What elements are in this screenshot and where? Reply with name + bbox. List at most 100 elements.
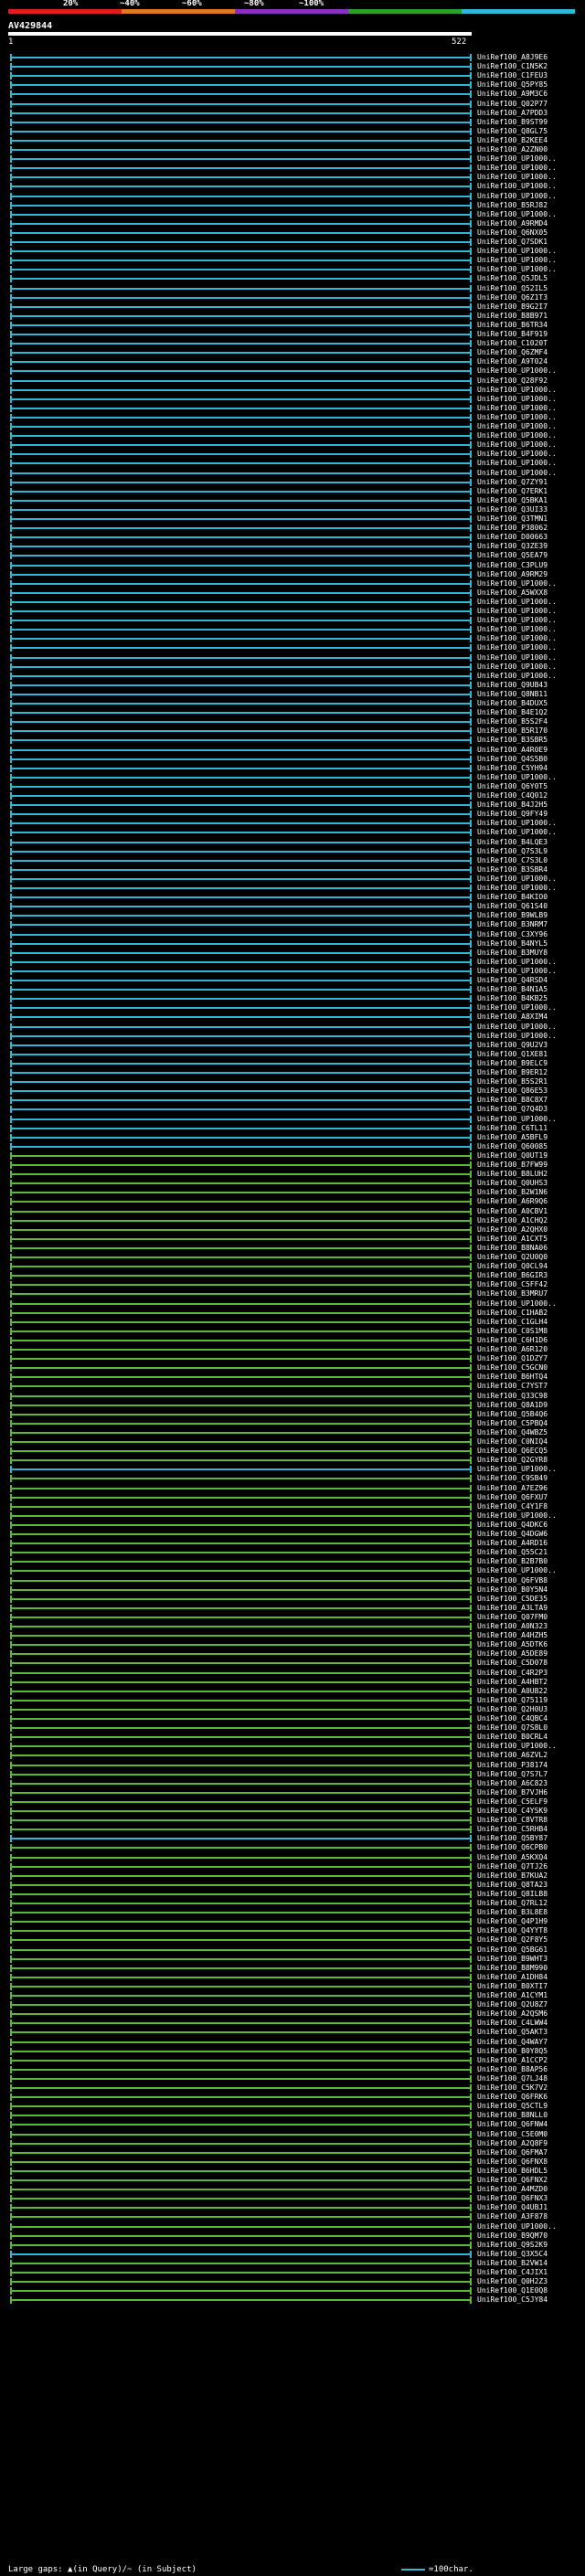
hit-link[interactable]: UniRef100_Q0UT19 — [477, 1151, 548, 1161]
hit-row[interactable]: UniRef100_B3MUY8 — [0, 949, 585, 958]
hit-row[interactable]: UniRef100_Q0H2Z3 — [0, 2277, 585, 2286]
hit-row[interactable]: UniRef100_UP1000.. — [0, 616, 585, 625]
hit-row[interactable]: UniRef100_D00663 — [0, 533, 585, 542]
hit-link[interactable]: UniRef100_C0NIQ4 — [477, 1437, 548, 1447]
hit-link[interactable]: UniRef100_B2VW14 — [477, 2259, 548, 2268]
hit-row[interactable]: UniRef100_B0CRL4 — [0, 1733, 585, 1742]
hit-row[interactable]: UniRef100_Q33C98 — [0, 1392, 585, 1401]
hit-link[interactable]: UniRef100_C1HAB2 — [477, 1309, 548, 1318]
hit-link[interactable]: UniRef100_C7YST7 — [477, 1382, 548, 1391]
hit-row[interactable]: UniRef100_UP1000.. — [0, 413, 585, 422]
hit-row[interactable]: UniRef100_UP1000.. — [0, 773, 585, 782]
hit-link[interactable]: UniRef100_UP1000.. — [477, 1465, 557, 1474]
hit-row[interactable]: UniRef100_Q6FNW4 — [0, 2120, 585, 2129]
hit-row[interactable]: UniRef100_Q5EA79 — [0, 551, 585, 560]
hit-row[interactable]: UniRef100_Q4DGW6 — [0, 1530, 585, 1539]
hit-row[interactable]: UniRef100_B7KUA2 — [0, 1871, 585, 1881]
hit-link[interactable]: UniRef100_Q4DKC6 — [477, 1521, 548, 1530]
hit-row[interactable]: UniRef100_P38062 — [0, 524, 585, 533]
hit-link[interactable]: UniRef100_UP1000.. — [477, 773, 557, 782]
hit-link[interactable]: UniRef100_Q2GYR8 — [477, 1456, 548, 1465]
hit-row[interactable]: UniRef100_UP1000.. — [0, 653, 585, 663]
hit-link[interactable]: UniRef100_B9G2I7 — [477, 302, 548, 312]
hit-row[interactable]: UniRef100_UP1000.. — [0, 828, 585, 837]
hit-row[interactable]: UniRef100_C4JIX1 — [0, 2268, 585, 2277]
hit-row[interactable]: UniRef100_A1CXT5 — [0, 1235, 585, 1244]
hit-row[interactable]: UniRef100_C4R2P3 — [0, 1669, 585, 1678]
hit-link[interactable]: UniRef100_Q4WAY7 — [477, 2038, 548, 2047]
hit-row[interactable]: UniRef100_UP1000.. — [0, 884, 585, 893]
hit-row[interactable]: UniRef100_Q6Y0T5 — [0, 782, 585, 791]
hit-row[interactable]: UniRef100_A5WXX8 — [0, 588, 585, 598]
hit-link[interactable]: UniRef100_A2ZN00 — [477, 145, 548, 154]
hit-row[interactable]: UniRef100_A4RD16 — [0, 1539, 585, 1548]
hit-row[interactable]: UniRef100_UP1000.. — [0, 819, 585, 828]
hit-row[interactable]: UniRef100_Q55C21 — [0, 1548, 585, 1557]
hit-link[interactable]: UniRef100_C7S3L0 — [477, 856, 548, 865]
hit-link[interactable]: UniRef100_A1CXT5 — [477, 1235, 548, 1244]
hit-link[interactable]: UniRef100_B4LQE3 — [477, 838, 548, 847]
hit-row[interactable]: UniRef100_B4F919 — [0, 330, 585, 339]
hit-row[interactable]: UniRef100_UP1000.. — [0, 431, 585, 440]
hit-row[interactable]: UniRef100_Q9UB43 — [0, 681, 585, 690]
hit-row[interactable]: UniRef100_B9ELC9 — [0, 1059, 585, 1068]
hit-link[interactable]: UniRef100_A9T024 — [477, 357, 548, 366]
hit-row[interactable]: UniRef100_A2Q8F9 — [0, 2139, 585, 2148]
hit-link[interactable]: UniRef100_B4DUX5 — [477, 699, 548, 708]
hit-link[interactable]: UniRef100_B4J2H5 — [477, 800, 548, 810]
hit-row[interactable]: UniRef100_UP1000.. — [0, 265, 585, 274]
hit-link[interactable]: UniRef100_B8AP56 — [477, 2065, 548, 2074]
hit-link[interactable]: UniRef100_B2KEE4 — [477, 136, 548, 145]
hit-row[interactable]: UniRef100_Q3TMN1 — [0, 514, 585, 524]
hit-link[interactable]: UniRef100_C4JIX1 — [477, 2268, 548, 2277]
hit-link[interactable]: UniRef100_B2W1N6 — [477, 1188, 548, 1197]
hit-row[interactable]: UniRef100_Q5AKT3 — [0, 2028, 585, 2037]
hit-link[interactable]: UniRef100_B4E1Q2 — [477, 708, 548, 717]
hit-row[interactable]: UniRef100_Q9S2K9 — [0, 2241, 585, 2250]
hit-row[interactable]: UniRef100_Q6NX05 — [0, 228, 585, 238]
hit-link[interactable]: UniRef100_Q6FNX3 — [477, 2194, 548, 2203]
hit-link[interactable]: UniRef100_A5DE89 — [477, 1649, 548, 1659]
hit-row[interactable]: UniRef100_A6R9Q6 — [0, 1197, 585, 1206]
hit-link[interactable]: UniRef100_UP1000.. — [477, 1742, 557, 1751]
hit-row[interactable]: UniRef100_Q2H0U3 — [0, 1705, 585, 1714]
hit-row[interactable]: UniRef100_C7S3L0 — [0, 856, 585, 865]
hit-link[interactable]: UniRef100_UP1000.. — [477, 386, 557, 395]
hit-row[interactable]: UniRef100_Q1E0Q8 — [0, 2286, 585, 2295]
hit-row[interactable]: UniRef100_A5DTK6 — [0, 1640, 585, 1649]
hit-link[interactable]: UniRef100_Q5JDL5 — [477, 274, 548, 283]
hit-row[interactable]: UniRef100_A4HBT2 — [0, 1678, 585, 1687]
hit-link[interactable]: UniRef100_Q6FXU7 — [477, 1493, 548, 1502]
hit-row[interactable]: UniRef100_Q2GYR8 — [0, 1456, 585, 1465]
hit-link[interactable]: UniRef100_C6H1D6 — [477, 1336, 548, 1345]
hit-row[interactable]: UniRef100_A5KXQ4 — [0, 1853, 585, 1862]
hit-link[interactable]: UniRef100_Q2H0U3 — [477, 1705, 548, 1714]
hit-row[interactable]: UniRef100_Q7RL12 — [0, 1899, 585, 1908]
hit-row[interactable]: UniRef100_UP1000.. — [0, 182, 585, 191]
hit-link[interactable]: UniRef100_B8M990 — [477, 1964, 548, 1973]
hit-link[interactable]: UniRef100_UP1000.. — [477, 958, 557, 967]
hit-link[interactable]: UniRef100_Q60085 — [477, 1142, 548, 1151]
hit-row[interactable]: UniRef100_Q7S7L7 — [0, 1770, 585, 1779]
hit-row[interactable]: UniRef100_Q8ILB8 — [0, 1890, 585, 1899]
hit-row[interactable]: UniRef100_UP1000.. — [0, 607, 585, 616]
hit-link[interactable]: UniRef100_C4Q012 — [477, 791, 548, 800]
hit-row[interactable]: UniRef100_UP1000.. — [0, 210, 585, 219]
hit-link[interactable]: UniRef100_Q3TMN1 — [477, 514, 548, 524]
hit-row[interactable]: UniRef100_UP1000.. — [0, 366, 585, 376]
hit-row[interactable]: UniRef100_UP1000.. — [0, 598, 585, 607]
hit-row[interactable]: UniRef100_UP1000.. — [0, 625, 585, 634]
hit-link[interactable]: UniRef100_C4QBC4 — [477, 1714, 548, 1723]
hit-link[interactable]: UniRef100_Q4YYT8 — [477, 1926, 548, 1935]
hit-row[interactable]: UniRef100_C5D078 — [0, 1659, 585, 1668]
hit-link[interactable]: UniRef100_B5R170 — [477, 726, 548, 736]
hit-row[interactable]: UniRef100_Q5BG61 — [0, 1945, 585, 1955]
hit-link[interactable]: UniRef100_C1GLH4 — [477, 1318, 548, 1327]
hit-row[interactable]: UniRef100_C4YSK9 — [0, 1807, 585, 1816]
hit-link[interactable]: UniRef100_Q1XE81 — [477, 1050, 548, 1059]
hit-link[interactable]: UniRef100_Q6Y0T5 — [477, 782, 548, 791]
hit-row[interactable]: UniRef100_C9SB49 — [0, 1474, 585, 1483]
hit-link[interactable]: UniRef100_B4NYL5 — [477, 939, 548, 949]
hit-row[interactable]: UniRef100_Q7TJ26 — [0, 1862, 585, 1871]
hit-link[interactable]: UniRef100_Q6ZMF4 — [477, 348, 548, 357]
